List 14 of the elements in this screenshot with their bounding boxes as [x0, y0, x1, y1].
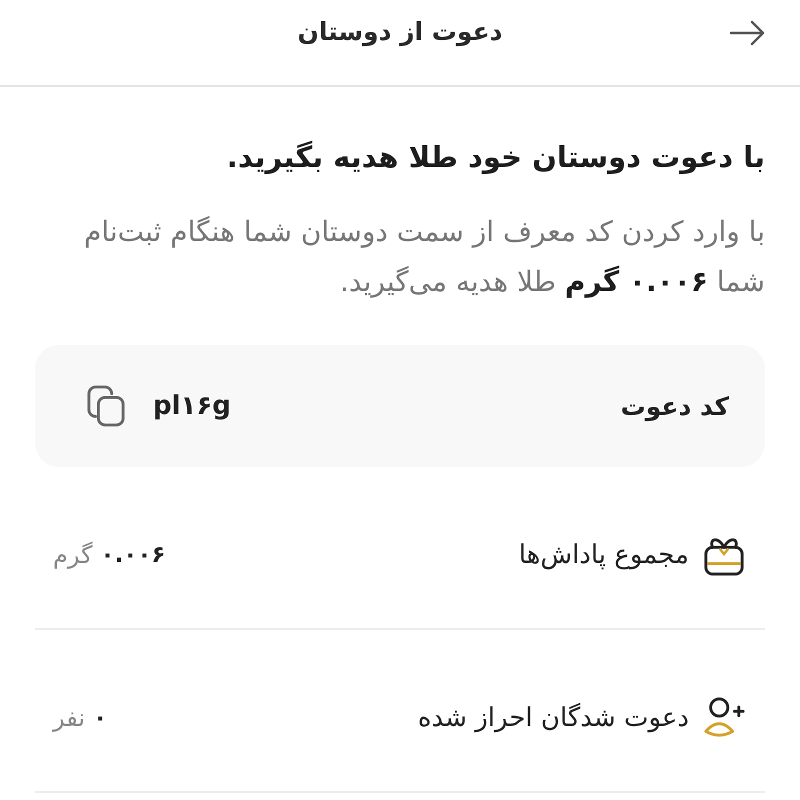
intro-heading: با دعوت دوستان خود طلا هدیه بگیرید.: [226, 139, 765, 176]
page-title: دعوت از دوستان: [298, 17, 502, 46]
stat-value: ۰.۰۰۶: [100, 542, 166, 568]
stat-unit: نفر: [53, 704, 86, 732]
user-plus-icon: [703, 697, 745, 739]
back-arrow-icon[interactable]: [729, 20, 765, 46]
intro-paragraph: با وارد کردن کد معرف از سمت دوستان شما هنگام ثبت‌نام شما ۰.۰۰۶ گرم طلا هدیه می‌گیرید.: [83, 214, 765, 300]
stat-unit: گرم: [53, 541, 93, 569]
invite-code-label: کد دعوت: [620, 392, 729, 420]
stat-label: دعوت شدگان احراز شده: [418, 703, 689, 733]
stat-label: مجموع پاداش‌ها: [518, 540, 689, 570]
invite-code: pl۱۶g: [153, 391, 231, 421]
stat-value: ۰: [93, 705, 108, 731]
copy-icon[interactable]: [87, 385, 125, 427]
